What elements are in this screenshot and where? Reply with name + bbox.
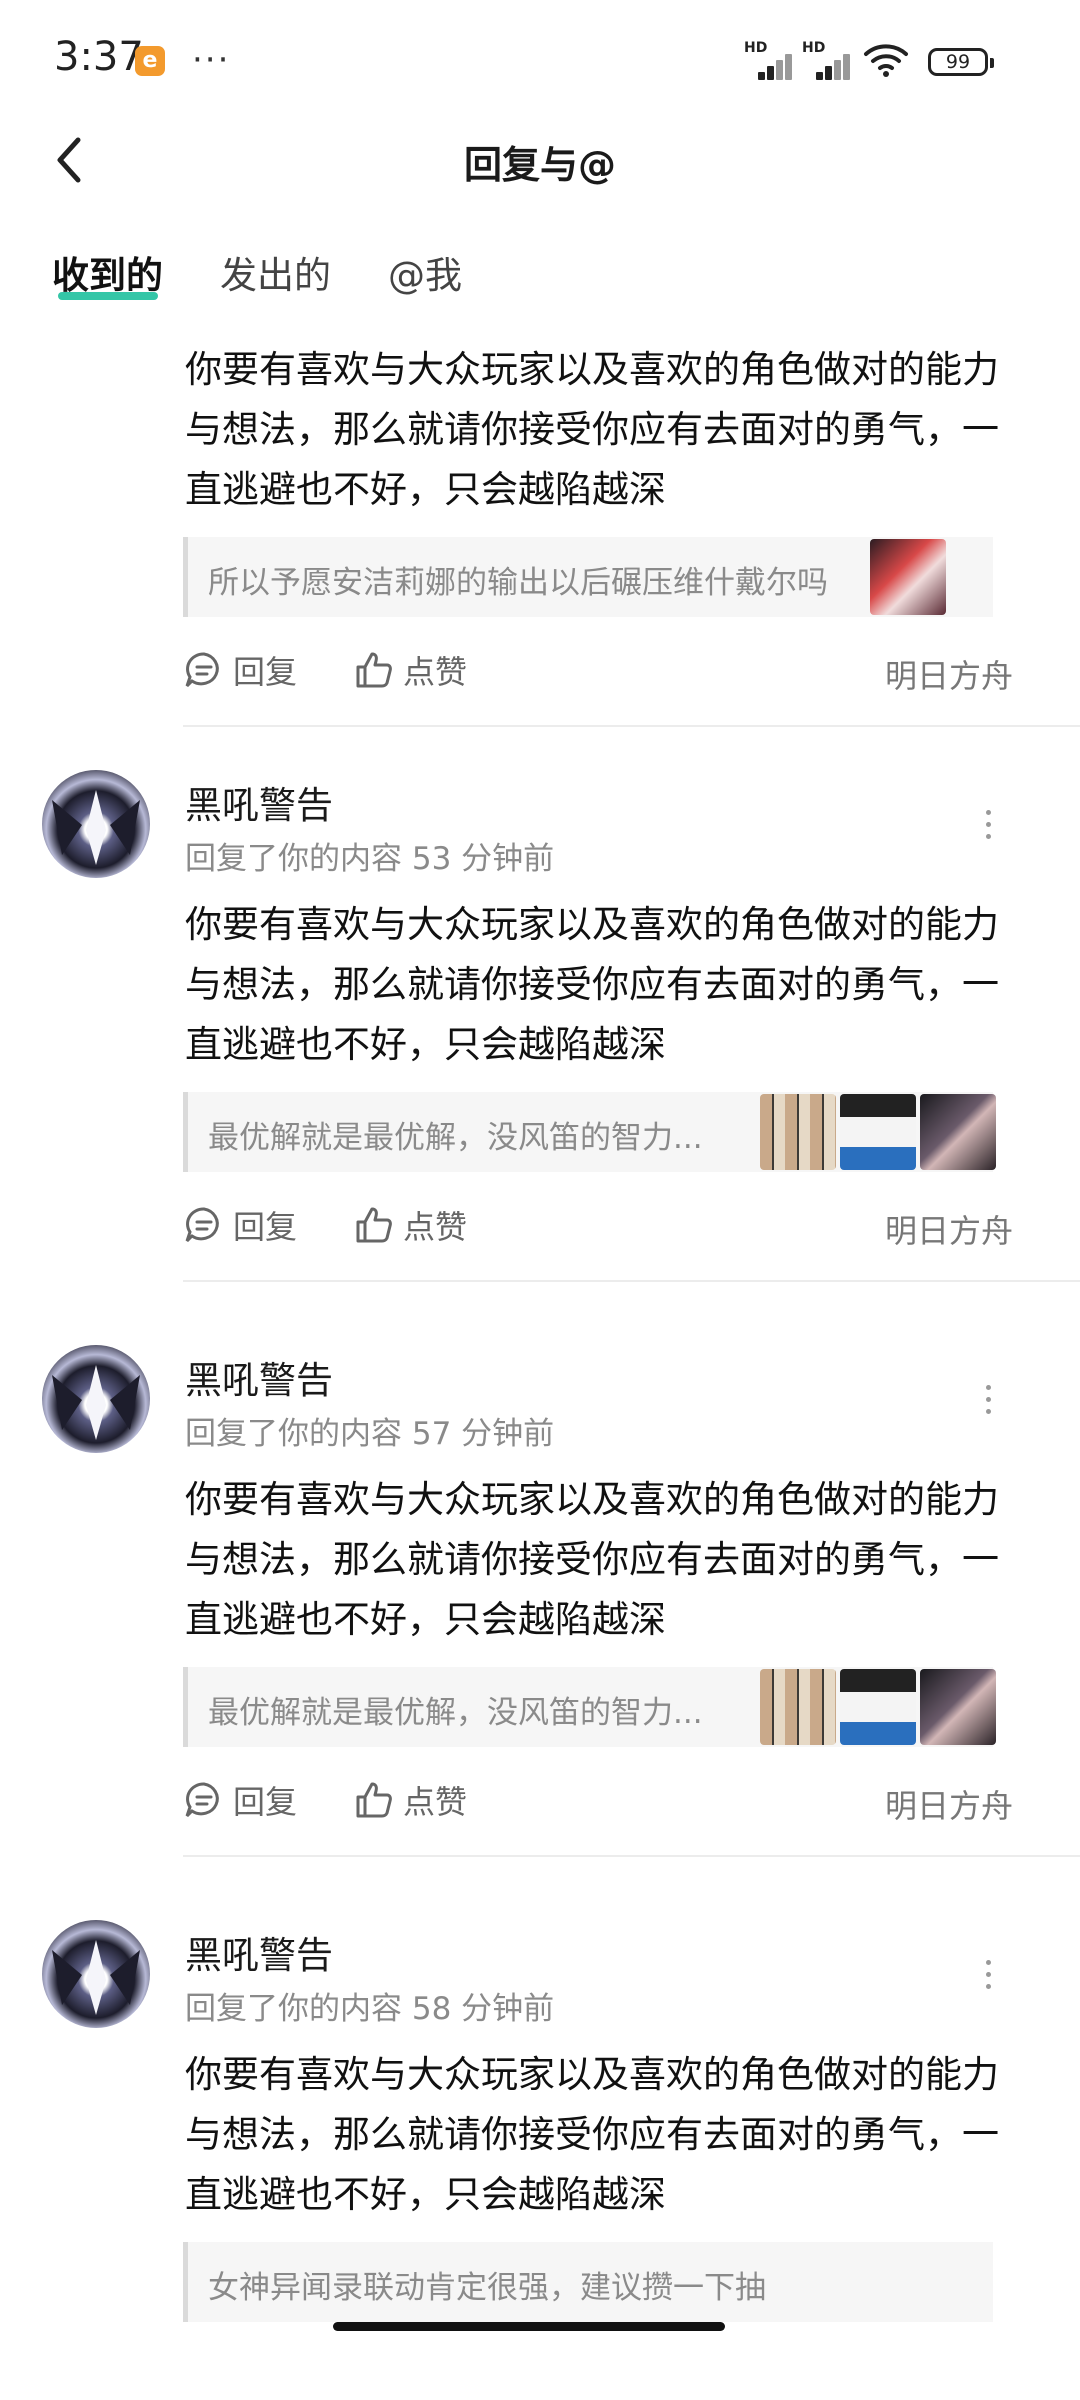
action-bar: 回复 点赞 明日方舟 [183, 1200, 1013, 1250]
reply-body[interactable]: 你要有喜欢与大众玩家以及喜欢的角色做对的能力与想法，那么就请你接受你应有去面对的… [185, 1470, 1015, 1650]
quoted-post[interactable]: 所以予愿安洁莉娜的输出以后碾压维什戴尔吗 [183, 537, 993, 617]
user-avatar[interactable] [42, 1345, 150, 1453]
quote-thumbnail [870, 539, 946, 615]
reply-button[interactable]: 回复 [183, 1775, 297, 1825]
like-button[interactable]: 点赞 [353, 1200, 467, 1250]
quote-thumbnail [840, 1669, 916, 1745]
like-button[interactable]: 点赞 [353, 1775, 467, 1825]
quoted-text: 所以予愿安洁莉娜的输出以后碾压维什戴尔吗 [208, 565, 828, 601]
active-tab-indicator [58, 292, 158, 300]
more-notifications-icon: ··· [192, 40, 231, 80]
user-avatar[interactable] [42, 770, 150, 878]
like-label: 点赞 [403, 1208, 468, 1246]
reply-button[interactable]: 回复 [183, 645, 297, 695]
quoted-post[interactable]: 女神异闻录联动肯定很强，建议攒一下抽 [183, 2242, 993, 2322]
quoted-text: 最优解就是最优解，没风笛的智力... [208, 1695, 703, 1731]
home-indicator[interactable] [333, 2322, 725, 2331]
divider [183, 725, 1080, 727]
like-button[interactable]: 点赞 [353, 645, 467, 695]
divider [183, 1280, 1080, 1282]
reply-label: 回复 [233, 1783, 298, 1821]
like-label: 点赞 [403, 653, 468, 691]
quoted-post[interactable]: 最优解就是最优解，没风笛的智力... [183, 1667, 996, 1747]
signal-icon: HD [744, 40, 794, 80]
avatar-image [52, 790, 140, 865]
quoted-text: 女神异闻录联动肯定很强，建议攒一下抽 [208, 2270, 766, 2306]
more-options-icon[interactable] [982, 1960, 994, 2000]
reply-body[interactable]: 你要有喜欢与大众玩家以及喜欢的角色做对的能力与想法，那么就请你接受你应有去面对的… [185, 2045, 1015, 2225]
divider [183, 1855, 1080, 1857]
source-tag[interactable]: 明日方舟 [885, 1781, 1013, 1827]
tab-received[interactable]: 收到的 [52, 245, 163, 299]
quote-thumbnail [840, 1094, 916, 1170]
reply-meta: 回复了你的内容 57 分钟前 [185, 1416, 555, 1452]
header: 回复与@ [0, 120, 1080, 200]
tab-sent[interactable]: 发出的 [220, 245, 331, 299]
action-bar: 回复 点赞 明日方舟 [183, 645, 1013, 695]
source-tag[interactable]: 明日方舟 [885, 651, 1013, 697]
signal-icon: HD [802, 40, 852, 80]
reply-body[interactable]: 你要有喜欢与大众玩家以及喜欢的角色做对的能力与想法，那么就请你接受你应有去面对的… [185, 895, 1015, 1075]
action-bar: 回复 点赞 明日方舟 [183, 1775, 1013, 1825]
comment-icon [185, 652, 219, 688]
thumbs-up-icon [356, 652, 392, 688]
username[interactable]: 黑吼警告 [185, 1350, 333, 1404]
reply-label: 回复 [233, 1208, 298, 1246]
user-avatar[interactable] [42, 1920, 150, 2028]
wifi-icon [864, 44, 908, 77]
tab-mentions[interactable]: @我 [388, 245, 462, 299]
reply-meta: 回复了你的内容 53 分钟前 [185, 841, 555, 877]
battery-icon: 99 [928, 48, 994, 76]
comment-icon [185, 1207, 219, 1243]
reply-label: 回复 [233, 653, 298, 691]
thumbs-up-icon [356, 1207, 392, 1243]
username[interactable]: 黑吼警告 [185, 1925, 333, 1979]
more-options-icon[interactable] [982, 810, 994, 850]
page-title: 回复与@ [463, 143, 616, 187]
reply-button[interactable]: 回复 [183, 1200, 297, 1250]
quoted-text: 最优解就是最优解，没风笛的智力... [208, 1120, 703, 1156]
comment-icon [185, 1782, 219, 1818]
quote-thumbnail [760, 1094, 836, 1170]
source-tag[interactable]: 明日方舟 [885, 1206, 1013, 1252]
avatar-image [52, 1365, 140, 1440]
thumbs-up-icon [356, 1782, 392, 1818]
status-time: 3:37 [54, 34, 144, 80]
like-label: 点赞 [403, 1783, 468, 1821]
reply-meta: 回复了你的内容 58 分钟前 [185, 1991, 555, 2027]
username[interactable]: 黑吼警告 [185, 775, 333, 829]
avatar-image [52, 1940, 140, 2015]
quote-thumbnail [760, 1669, 836, 1745]
status-bar: 3:37 e ··· HD HD 99 [0, 0, 1080, 120]
reply-body[interactable]: 你要有喜欢与大众玩家以及喜欢的角色做对的能力与想法，那么就请你接受你应有去面对的… [185, 340, 1015, 520]
quoted-post[interactable]: 最优解就是最优解，没风笛的智力... [183, 1092, 996, 1172]
quote-thumbnail [920, 1669, 996, 1745]
tab-bar: 收到的 发出的 @我 [0, 245, 1080, 305]
more-options-icon[interactable] [982, 1385, 994, 1425]
quote-thumbnail [920, 1094, 996, 1170]
app-notification-icon: e [135, 46, 165, 76]
